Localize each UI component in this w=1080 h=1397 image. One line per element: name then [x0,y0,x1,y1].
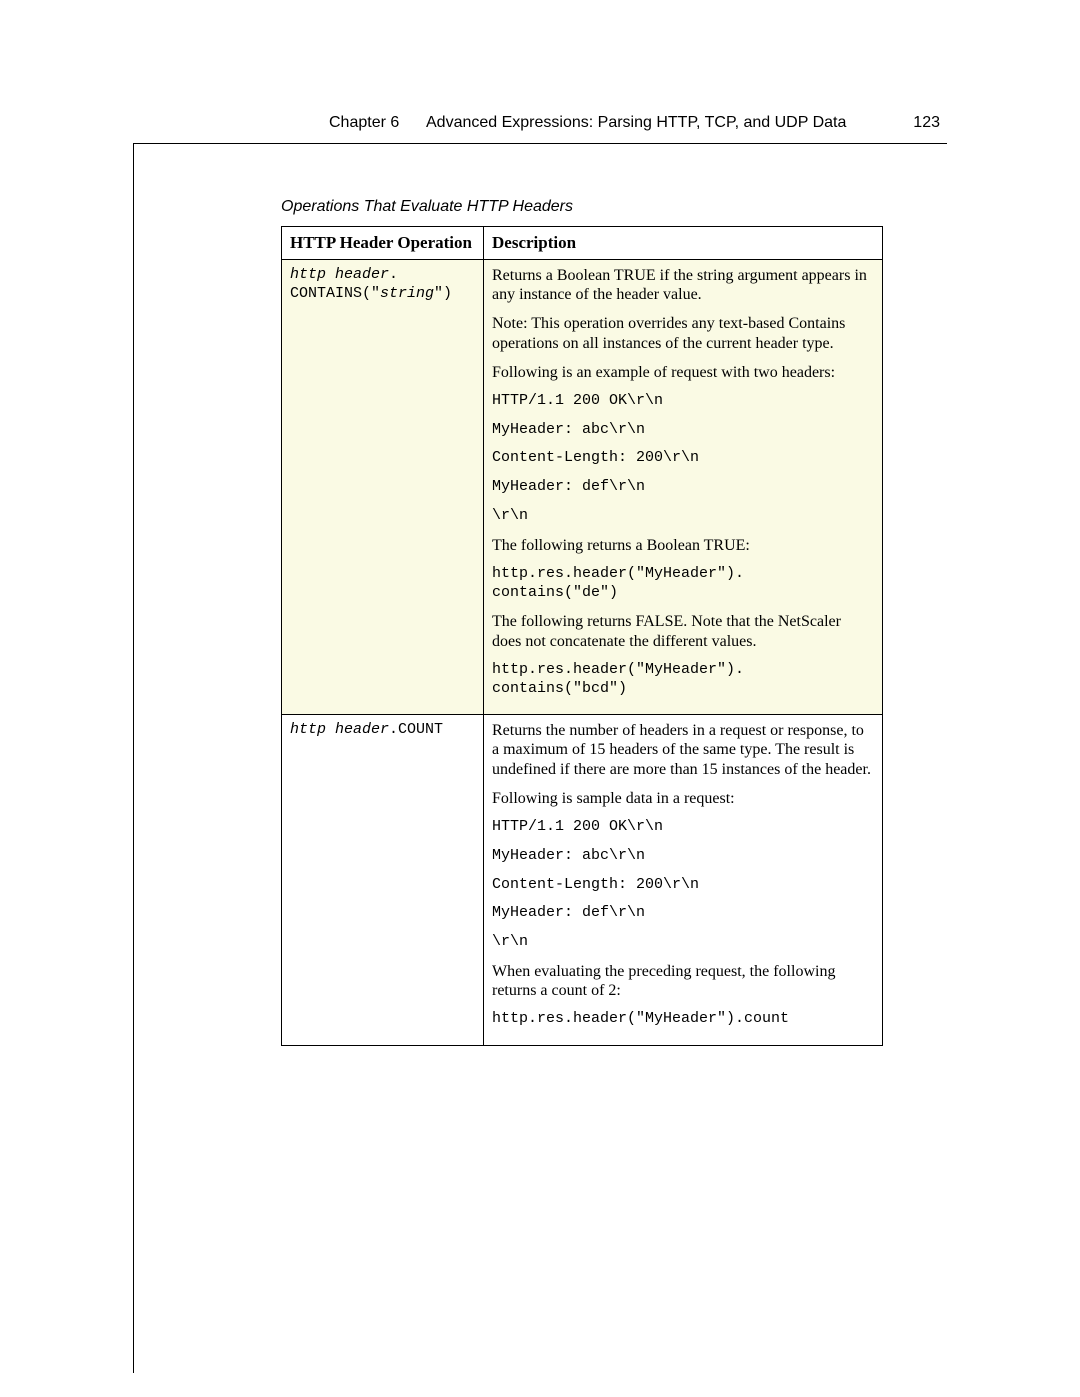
code-sample: MyHeader: def\r\n [492,904,874,923]
table-row: http header.COUNT Returns the number of … [282,715,883,1046]
code-sample: http.res.header("MyHeader").count [492,1010,874,1029]
description-cell: Returns the number of headers in a reque… [484,715,883,1046]
operation-cell: http header.COUNT [282,715,484,1046]
col-description: Description [484,227,883,260]
desc-text: The following returns FALSE. Note that t… [492,612,874,650]
table-header-row: HTTP Header Operation Description [282,227,883,260]
op-arg: string [380,285,434,302]
operation-cell: http header. CONTAINS("string") [282,260,484,715]
op-http-header: http header [290,266,389,283]
description-cell: Returns a Boolean TRUE if the string arg… [484,260,883,715]
desc-text: Returns a Boolean TRUE if the string arg… [492,266,874,304]
page: Chapter 6 Advanced Expressions: Parsing … [0,0,1080,1397]
code-sample: http.res.header("MyHeader"). contains("d… [492,565,874,603]
table-row: http header. CONTAINS("string") Returns … [282,260,883,715]
desc-text: Note: This operation overrides any text-… [492,314,874,352]
desc-text: Following is sample data in a request: [492,789,874,808]
code-sample: \r\n [492,507,874,526]
desc-text: The following returns a Boolean TRUE: [492,536,874,555]
code-sample: MyHeader: abc\r\n [492,421,874,440]
col-http-header-operation: HTTP Header Operation [282,227,484,260]
content-frame: Chapter 6 Advanced Expressions: Parsing … [133,143,947,1373]
desc-text: Returns the number of headers in a reque… [492,721,874,779]
page-number: 123 [913,114,940,132]
op-text: . [389,266,398,283]
chapter-label: Chapter 6 [329,114,399,132]
code-sample: MyHeader: abc\r\n [492,847,874,866]
code-sample: http.res.header("MyHeader"). contains("b… [492,661,874,699]
code-sample: MyHeader: def\r\n [492,478,874,497]
code-sample: HTTP/1.1 200 OK\r\n [492,818,874,837]
code-sample: Content-Length: 200\r\n [492,876,874,895]
desc-text: Following is an example of request with … [492,363,874,382]
operations-table: HTTP Header Operation Description http h… [281,226,883,1046]
desc-text: When evaluating the preceding request, t… [492,962,874,1000]
code-sample: \r\n [492,933,874,952]
code-sample: Content-Length: 200\r\n [492,449,874,468]
chapter-title: Advanced Expressions: Parsing HTTP, TCP,… [426,114,846,132]
op-text: CONTAINS(" [290,285,380,302]
op-text: .COUNT [389,721,443,738]
op-text: ") [434,285,452,302]
code-sample: HTTP/1.1 200 OK\r\n [492,392,874,411]
op-http-header: http header [290,721,389,738]
table-caption: Operations That Evaluate HTTP Headers [281,198,947,216]
